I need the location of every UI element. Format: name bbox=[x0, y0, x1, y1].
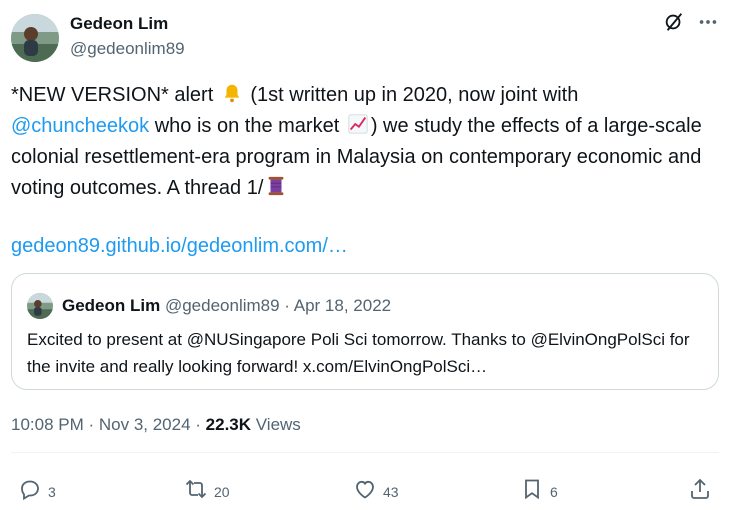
quoted-author-handle: @gedeonlim89 bbox=[164, 296, 280, 315]
retweet-count: 20 bbox=[214, 484, 230, 500]
quoted-date: Apr 18, 2022 bbox=[293, 296, 392, 315]
tweet-text: *NEW VERSION* alert (1st written up in 2… bbox=[11, 80, 716, 204]
quoted-separator: · bbox=[279, 296, 294, 315]
grok-icon[interactable] bbox=[662, 10, 686, 34]
bookmark-icon bbox=[525, 479, 539, 500]
author-handle[interactable]: @gedeonlim89 bbox=[70, 38, 185, 60]
quoted-text: Excited to present at @NUSingapore Poli … bbox=[27, 330, 690, 376]
heart-icon bbox=[356, 480, 374, 499]
tweet-text-part2: (1st written up in 2020, now joint with bbox=[244, 84, 579, 106]
more-options-icon[interactable] bbox=[696, 10, 720, 34]
author-name[interactable]: Gedeon Lim bbox=[70, 13, 168, 35]
reply-icon bbox=[21, 480, 39, 501]
bookmark-count: 6 bbox=[550, 484, 558, 500]
meta-separator: · bbox=[83, 415, 99, 434]
views-label: Views bbox=[251, 415, 301, 434]
tweet-meta: 10:08 PM · Nov 3, 2024 · 22.3K Views bbox=[11, 413, 301, 437]
reply-button[interactable]: 3 bbox=[18, 474, 56, 504]
quoted-author-name: Gedeon Lim bbox=[62, 296, 161, 315]
quoted-tweet[interactable]: Gedeon Lim @gedeonlim89 · Apr 18, 2022 E… bbox=[11, 273, 719, 390]
spool-of-thread-emoji-icon bbox=[269, 176, 284, 196]
retweet-button[interactable]: 20 bbox=[184, 474, 230, 504]
tweet-text-part1: *NEW VERSION* alert bbox=[11, 84, 214, 106]
mention-link[interactable]: @chuncheekok bbox=[11, 115, 149, 137]
meta-separator-2: · bbox=[190, 415, 206, 434]
like-button[interactable]: 43 bbox=[353, 474, 399, 504]
author-avatar[interactable] bbox=[11, 14, 59, 62]
tweet-text-part3: who is on the market bbox=[149, 115, 345, 137]
chart-increasing-emoji-icon bbox=[348, 114, 368, 134]
views-count: 22.3K bbox=[205, 415, 252, 434]
external-link[interactable]: gedeon89.github.io/gedeonlim.com/… bbox=[11, 235, 348, 257]
retweet-icon bbox=[185, 479, 207, 499]
tweet-time[interactable]: 10:08 PM bbox=[11, 415, 84, 434]
divider bbox=[11, 452, 719, 453]
share-button[interactable] bbox=[688, 474, 712, 504]
bookmark-button[interactable]: 6 bbox=[520, 474, 558, 504]
share-icon bbox=[691, 478, 709, 499]
action-bar: 3 20 43 6 bbox=[0, 474, 731, 504]
quoted-avatar bbox=[27, 293, 53, 319]
tweet-date[interactable]: Nov 3, 2024 bbox=[99, 415, 191, 434]
bell-emoji-icon bbox=[224, 84, 240, 103]
reply-count: 3 bbox=[48, 484, 56, 500]
like-count: 43 bbox=[383, 484, 399, 500]
